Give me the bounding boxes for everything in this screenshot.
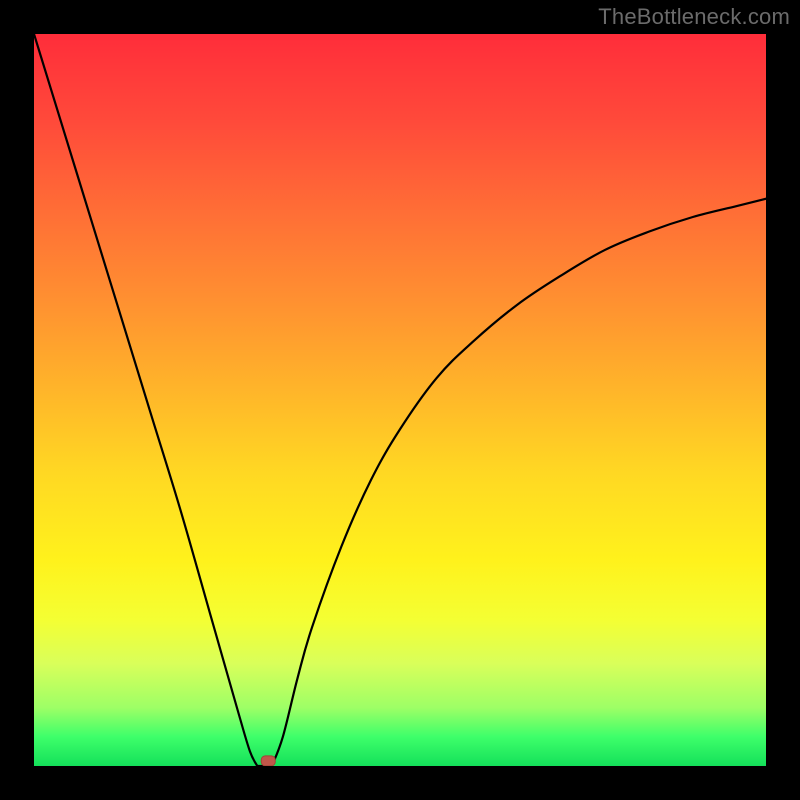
plot-svg: [34, 34, 766, 766]
curve-right-branch: [272, 199, 766, 766]
chart-frame: TheBottleneck.com: [0, 0, 800, 800]
optimum-marker: [261, 756, 275, 766]
watermark-text: TheBottleneck.com: [598, 4, 790, 30]
curve-left-branch: [34, 34, 257, 766]
